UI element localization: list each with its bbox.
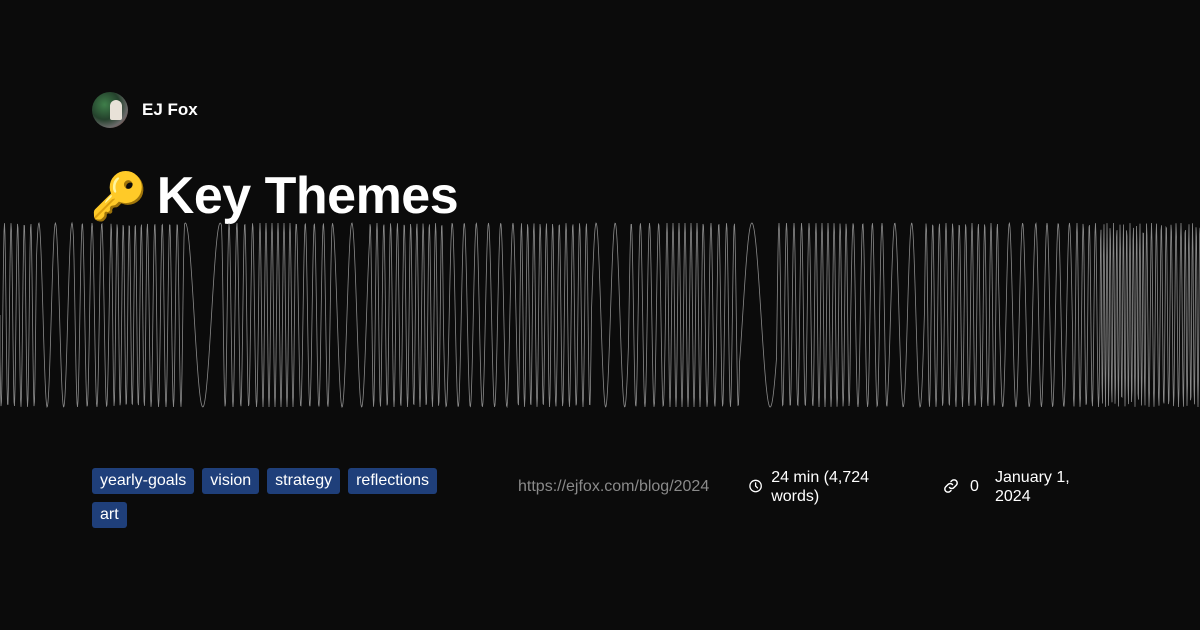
tag-art[interactable]: art	[92, 502, 127, 528]
post-url[interactable]: https://ejfox.com/blog/2024	[518, 478, 709, 496]
tag-strategy[interactable]: strategy	[267, 468, 341, 494]
page-title: 🔑 Key Themes	[90, 166, 459, 226]
reading-time-text: 24 min (4,724 words)	[771, 469, 870, 505]
author-name: EJ Fox	[142, 100, 198, 119]
post-date: January 1, 2024	[995, 468, 1095, 506]
author[interactable]: EJ Fox	[92, 92, 198, 128]
links-count-text: 0	[970, 478, 979, 495]
tag-reflections[interactable]: reflections	[348, 468, 438, 494]
reading-time: 24 min (4,724 words)	[748, 468, 898, 506]
waveform-line	[0, 221, 1200, 409]
links-count: 0	[942, 468, 979, 496]
tag-vision[interactable]: vision	[202, 468, 260, 494]
key-icon: 🔑	[90, 169, 147, 222]
tag-list: yearly-goals vision strategy reflections…	[92, 468, 472, 528]
clock-icon	[749, 479, 762, 493]
avatar	[92, 92, 128, 128]
title-text: Key Themes	[156, 167, 459, 225]
waveform-graphic	[0, 221, 1200, 409]
link-icon	[944, 479, 958, 493]
tag-yearly-goals[interactable]: yearly-goals	[92, 468, 195, 494]
post-date-text: January 1, 2024	[995, 469, 1070, 505]
